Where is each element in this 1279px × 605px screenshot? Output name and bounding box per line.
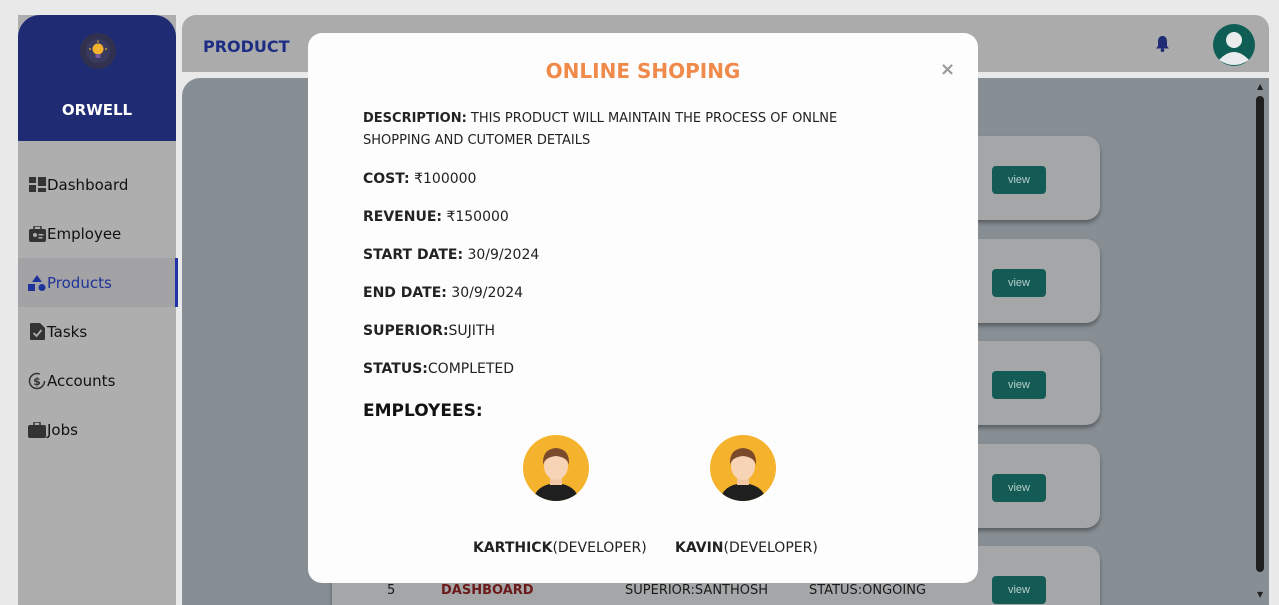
svg-text:$: $	[33, 375, 41, 388]
sidebar-item-label: Accounts	[47, 371, 116, 390]
sidebar-item-label: Dashboard	[47, 175, 129, 194]
tasks-icon	[28, 323, 46, 341]
accounts-icon: $	[28, 372, 46, 390]
logo-block: ORWELL	[18, 15, 176, 141]
sidebar-nav: Dashboard Employee Products Tasks $ Acco…	[18, 160, 178, 454]
logo-icon	[80, 33, 116, 69]
start-date-label: START DATE:	[363, 247, 464, 263]
employee-role: (DEVELOPER)	[552, 540, 647, 556]
employee-icon	[28, 225, 46, 243]
dashboard-icon	[28, 176, 46, 194]
description-label: DESCRIPTION:	[363, 111, 467, 126]
start-date-field: START DATE: 30/9/2024	[363, 247, 539, 263]
cost-label: COST:	[363, 171, 410, 187]
view-button[interactable]: view	[992, 371, 1046, 399]
app-name: ORWELL	[61, 101, 133, 119]
close-icon[interactable]: ×	[940, 59, 955, 80]
cost-field: COST: ₹100000	[363, 171, 476, 187]
sidebar-item-products[interactable]: Products	[18, 258, 178, 307]
view-button[interactable]: view	[992, 576, 1046, 604]
sidebar-item-label: Employee	[47, 224, 122, 243]
sidebar-item-accounts[interactable]: $ Accounts	[18, 356, 176, 405]
description-field: DESCRIPTION: THIS PRODUCT WILL MAINTAIN …	[363, 108, 883, 152]
employee-avatar-icon	[710, 435, 776, 501]
superior-label: SUPERIOR:	[363, 323, 449, 339]
view-button[interactable]: view	[992, 474, 1046, 502]
end-date-field: END DATE: 30/9/2024	[363, 285, 523, 301]
revenue-field: REVENUE: ₹150000	[363, 209, 509, 225]
status-field: STATUS:COMPLETED	[363, 361, 514, 377]
product-detail-modal: ONLINE SHOPING × DESCRIPTION: THIS PRODU…	[308, 33, 978, 583]
status-label: STATUS:	[363, 361, 428, 377]
scroll-thumb[interactable]	[1256, 96, 1264, 572]
employees-heading: EMPLOYEES:	[363, 401, 483, 421]
sidebar-item-label: Products	[47, 273, 112, 292]
employee-name-label: KAVIN	[675, 540, 724, 556]
start-date-value: 30/9/2024	[463, 247, 540, 263]
view-button[interactable]: view	[992, 269, 1046, 297]
sidebar-item-label: Tasks	[47, 322, 88, 341]
bell-icon[interactable]	[1156, 36, 1169, 56]
sidebar-item-tasks[interactable]: Tasks	[18, 307, 176, 356]
jobs-icon	[28, 421, 46, 439]
employee-avatar-icon	[523, 435, 589, 501]
row-superior: SUPERIOR:SANTHOSH	[625, 583, 769, 598]
status-value: COMPLETED	[427, 361, 515, 377]
view-button[interactable]: view	[992, 166, 1046, 194]
sidebar-item-dashboard[interactable]: Dashboard	[18, 160, 176, 209]
revenue-value: ₹150000	[442, 209, 509, 225]
employee-name: KARTHICK(DEVELOPER)	[473, 540, 647, 556]
end-date-label: END DATE:	[363, 285, 447, 301]
row-number: 5	[387, 583, 396, 598]
end-date-value: 30/9/2024	[446, 285, 524, 301]
row-product-name: DASHBOARD	[441, 583, 534, 598]
superior-field: SUPERIOR:SUJITH	[363, 323, 495, 339]
page-title: PRODUCT	[203, 37, 290, 56]
scrollbar[interactable]: ▲ ▼	[1252, 78, 1269, 605]
sidebar: ORWELL Dashboard Employee Products Tasks	[18, 15, 178, 605]
sidebar-item-label: Jobs	[47, 420, 78, 439]
scroll-down-arrow-icon[interactable]: ▼	[1257, 590, 1263, 599]
employee-role: (DEVELOPER)	[723, 540, 818, 556]
products-icon	[28, 274, 46, 292]
user-avatar-icon[interactable]	[1213, 24, 1255, 66]
sidebar-item-employee[interactable]: Employee	[18, 209, 176, 258]
revenue-label: REVENUE:	[363, 209, 442, 225]
scroll-up-arrow-icon[interactable]: ▲	[1257, 82, 1263, 91]
row-status: STATUS:ONGOING	[809, 583, 927, 598]
superior-value: SUJITH	[448, 323, 496, 339]
cost-value: ₹100000	[409, 171, 477, 187]
modal-title: ONLINE SHOPING	[545, 59, 741, 83]
sidebar-item-jobs[interactable]: Jobs	[18, 405, 176, 454]
employee-name: KAVIN(DEVELOPER)	[675, 540, 818, 556]
employee-name-label: KARTHICK	[473, 540, 553, 556]
